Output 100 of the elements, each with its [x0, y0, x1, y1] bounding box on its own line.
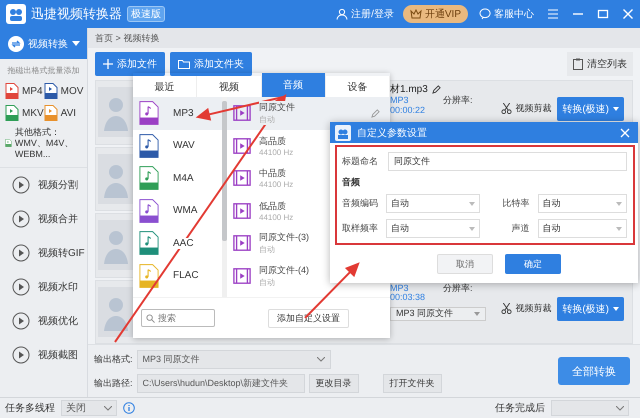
sidebar-item[interactable]: 视频优化	[0, 304, 87, 338]
chevron-icon	[316, 356, 325, 362]
section-heading: 音频	[342, 176, 361, 189]
dropdown-field[interactable]: 自动	[386, 194, 480, 213]
format-tab[interactable]: 音频	[262, 73, 326, 97]
sidebar-item[interactable]: 视频水印	[0, 270, 87, 304]
dropdown-field[interactable]: 自动	[538, 194, 627, 213]
tool-selector[interactable]: 视频转换	[0, 28, 87, 59]
info-icon[interactable]	[123, 402, 135, 414]
caret-icon	[474, 312, 480, 316]
resolution-label: 分辨率:	[443, 96, 473, 107]
trim-button[interactable]: 视频剪裁	[501, 102, 552, 115]
field-label: 比特率	[502, 197, 530, 210]
format-shortcut[interactable]: MKV	[5, 105, 44, 121]
video-file-icon	[5, 105, 19, 121]
search-icon	[146, 314, 155, 323]
tool-icon	[12, 278, 30, 296]
open-folder-button[interactable]: 打开文件夹	[382, 374, 442, 392]
tool-icon	[12, 312, 30, 330]
sidebar-item[interactable]: 视频转GIF	[0, 236, 87, 270]
convert-button[interactable]: 转换(极速)	[557, 296, 624, 320]
title-input-field[interactable]: 同原文件	[388, 152, 627, 171]
trim-button[interactable]: 视频剪裁	[501, 302, 552, 314]
plus-icon	[103, 59, 113, 69]
vip-button[interactable]: 开通VIP	[402, 5, 468, 23]
menu-icon[interactable]	[547, 8, 559, 20]
file-duration: 00:03:38	[390, 293, 426, 304]
thumbnail-placeholder	[98, 286, 134, 336]
resolution-label: 分辨率:	[443, 284, 473, 294]
convert-icon	[8, 36, 24, 52]
breadcrumb: 首页 > 视频转换	[88, 28, 640, 48]
sidebar-item[interactable]: 视频截图	[0, 338, 87, 372]
format-shortcut[interactable]: MOV	[44, 83, 84, 99]
film-icon	[233, 169, 251, 188]
audio-file-icon	[139, 134, 159, 158]
file-format: MP3	[390, 96, 410, 106]
field-label: 音频编码	[342, 197, 379, 210]
caret-icon	[72, 41, 80, 46]
crown-icon	[410, 9, 422, 19]
cancel-button[interactable]: 取消	[437, 254, 493, 274]
film-icon	[233, 104, 251, 122]
app-logo-icon	[335, 124, 351, 140]
film-icon	[233, 234, 251, 252]
change-directory-button[interactable]: 更改目录	[308, 374, 359, 392]
login-link[interactable]: 注册/登录	[336, 7, 394, 21]
threads-select[interactable]: 关闭	[61, 400, 117, 416]
app-logo-icon	[6, 4, 26, 24]
format-option[interactable]: MP3	[133, 97, 222, 130]
tool-icon	[12, 346, 30, 364]
pencil-icon[interactable]	[432, 85, 441, 94]
dropdown-field[interactable]: 自动	[386, 219, 480, 238]
chevron-icon	[104, 406, 112, 410]
scrollbar-thumb[interactable]	[222, 101, 227, 241]
tool-icon	[12, 244, 30, 262]
format-tab[interactable]: 最近	[133, 76, 198, 97]
output-format-label: 输出格式:	[94, 352, 133, 366]
confirm-button[interactable]: 确定	[505, 254, 561, 274]
output-format-select[interactable]: MP3 同原文件	[390, 307, 486, 322]
format-shortcut[interactable]: MP4	[5, 83, 44, 99]
tool-icon	[12, 176, 30, 194]
close-icon[interactable]	[620, 128, 630, 138]
maximize-icon[interactable]	[597, 8, 609, 20]
add-folder-button[interactable]: 添加文件夹	[170, 52, 252, 76]
edition-badge: 极速版	[127, 6, 165, 22]
output-format-select[interactable]: MP3 同原文件	[136, 350, 331, 368]
file-format: MP3	[390, 284, 410, 294]
convert-button[interactable]: 转换(极速)	[557, 97, 624, 121]
clear-list-button[interactable]: 清空列表	[567, 52, 633, 76]
caret-icon	[616, 226, 622, 230]
format-shortcut[interactable]: AVI	[44, 105, 84, 121]
add-file-button[interactable]: 添加文件	[95, 52, 165, 76]
format-tab[interactable]: 设备	[326, 76, 390, 97]
file-name: 材1.mp3	[390, 84, 496, 95]
caret-icon	[613, 107, 619, 111]
format-tab[interactable]: 视频	[197, 76, 262, 97]
film-icon	[233, 266, 251, 285]
output-path-label: 输出路径:	[94, 376, 133, 390]
support-link[interactable]: 客服中心	[479, 7, 534, 21]
thumbnail-placeholder	[98, 154, 134, 204]
output-path-field[interactable]: C:\Users\hudun\Desktop\新建文件夹	[136, 374, 305, 392]
search-field[interactable]: 搜索	[141, 309, 215, 327]
thumbnail-placeholder	[98, 220, 134, 270]
scissors-icon	[501, 302, 512, 314]
caret-icon	[468, 226, 474, 230]
chat-icon	[479, 8, 491, 20]
dropdown-field[interactable]: 自动	[538, 219, 627, 238]
sidebar-item[interactable]: 视频合并	[0, 202, 87, 236]
tool-icon	[12, 210, 30, 228]
close-icon[interactable]	[622, 8, 634, 20]
thumbnail-placeholder	[98, 87, 134, 137]
audio-file-icon	[139, 166, 159, 190]
format-shortcut[interactable]: 其他格式：WMV、M4V、WEBM...	[5, 127, 84, 160]
file-duration: 00:00:22	[390, 106, 426, 116]
after-complete-label: 任务完成后	[495, 402, 545, 415]
sidebar-item[interactable]: 视频分割	[0, 168, 87, 202]
hint-text: 拖磁出格式批量添加	[6, 65, 80, 77]
caret-icon	[616, 202, 622, 206]
chevron-icon	[616, 406, 624, 410]
video-file-icon	[44, 83, 58, 99]
user-icon	[336, 8, 348, 20]
